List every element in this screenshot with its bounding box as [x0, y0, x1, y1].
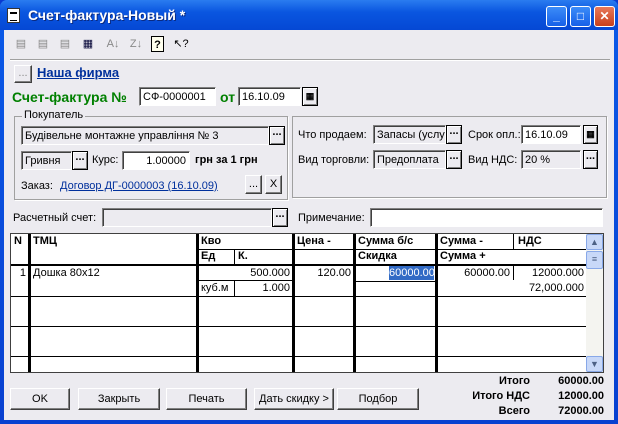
col-vat[interactable]: НДС [518, 235, 542, 247]
window: Счет-фактура-Новый * _ □ ✕ ▤ ▤ ▤ ▦ A↓ Z↓… [0, 0, 618, 424]
col-unit[interactable]: Ед [201, 250, 215, 262]
term-calendar-icon[interactable]: ▦ [583, 125, 598, 144]
close-form-button[interactable]: Закрыть [78, 388, 160, 410]
scroll-thumb[interactable]: ≡ [586, 251, 603, 269]
order-select-button[interactable]: ... [245, 175, 262, 194]
col-item[interactable]: ТМЦ [33, 235, 57, 247]
account-label: Расчетный счет: [13, 212, 97, 224]
total-vat-label: Итого НДС [472, 390, 530, 402]
col-discount[interactable]: Скидка [358, 250, 397, 262]
order-link[interactable]: Договор ДГ-0000003 (16.10.09) [60, 180, 218, 192]
account-select-button[interactable]: ... [272, 208, 288, 227]
sort-desc-icon[interactable]: Z↓ [127, 36, 145, 52]
currency-select-button[interactable]: ... [72, 151, 88, 170]
scroll-up-icon[interactable]: ▲ [586, 234, 603, 250]
invoice-label: Счет-фактура № [12, 89, 127, 105]
col-sum-minus[interactable]: Сумма - [440, 235, 483, 247]
row-qty[interactable]: 500.000 [199, 267, 290, 279]
date-label: от [220, 89, 236, 105]
row-item[interactable]: Дошка 80x12 [33, 267, 100, 279]
add-row-icon[interactable]: ▤ [34, 36, 52, 52]
vat-type-select-button[interactable]: ... [583, 150, 598, 169]
term-input[interactable]: 16.10.09 [521, 125, 581, 144]
account-input[interactable] [102, 208, 272, 227]
document-icon [7, 8, 20, 23]
save-icon[interactable]: ▦ [79, 36, 97, 52]
total-value: 60000.00 [558, 375, 604, 387]
what-label: Что продаем: [298, 129, 367, 141]
vat-type-input[interactable]: 20 % [521, 150, 581, 169]
row-price[interactable]: 120.00 [295, 267, 351, 279]
trade-input[interactable]: Предоплата [373, 150, 446, 169]
new-row-icon[interactable]: ▤ [12, 36, 30, 52]
what-select-button[interactable]: ... [446, 125, 462, 144]
col-qty[interactable]: Кво [201, 235, 221, 247]
context-help-icon[interactable]: ↖? [172, 36, 190, 52]
minimize-button[interactable]: _ [546, 6, 567, 27]
discount-button[interactable]: Дать скидку > [254, 388, 334, 410]
ok-button[interactable]: OK [10, 388, 70, 410]
rate-input[interactable]: 1.00000 [122, 151, 190, 170]
order-clear-button[interactable]: X [265, 175, 282, 194]
row-sum-bs[interactable]: 60000.00 [389, 266, 434, 280]
delete-row-icon[interactable]: ▤ [56, 36, 74, 52]
order-label: Заказ: [21, 180, 53, 192]
row-sum-plus[interactable]: 72,000.000 [438, 282, 584, 294]
trade-label: Вид торговли: [298, 154, 370, 166]
col-sum-bs[interactable]: Сумма б/с [358, 235, 413, 247]
what-input[interactable]: Запасы (услу [373, 125, 446, 144]
currency-input[interactable]: Гривня [21, 151, 72, 170]
buyer-group-label: Покупатель [22, 109, 86, 121]
row-vat[interactable]: 12000.000 [515, 267, 584, 279]
invoice-date-input[interactable]: 16.10.09 [238, 87, 301, 106]
col-n[interactable]: N [14, 235, 22, 247]
grand-total-value: 72000.00 [558, 405, 604, 417]
vat-type-label: Вид НДС: [468, 154, 518, 166]
help-icon[interactable]: ? [151, 36, 164, 52]
note-label: Примечание: [298, 212, 365, 224]
note-input[interactable] [370, 208, 603, 227]
trade-select-button[interactable]: ... [446, 150, 462, 169]
col-price[interactable]: Цена - [297, 235, 331, 247]
invoice-number-input[interactable]: СФ-0000001 [139, 87, 216, 106]
calendar-icon[interactable]: ▦ [302, 87, 318, 106]
term-label: Срок опл.: [468, 129, 521, 141]
grand-total-label: Всего [498, 405, 530, 417]
row-sum-minus[interactable]: 60000.00 [438, 267, 510, 279]
row-k[interactable]: 1.000 [236, 282, 290, 294]
sort-asc-icon[interactable]: A↓ [104, 36, 122, 52]
maximize-button[interactable]: □ [570, 6, 591, 27]
title-bar: Счет-фактура-Новый * _ □ ✕ [0, 0, 618, 30]
total-vat-value: 12000.00 [558, 390, 604, 402]
toolbar-separator [10, 59, 610, 61]
buyer-select-button[interactable]: ... [269, 126, 285, 145]
form-body: ▤ ▤ ▤ ▦ A↓ Z↓ ? ↖? ... Наша фирма Счет-ф… [4, 30, 614, 420]
scroll-down-icon[interactable]: ▼ [586, 356, 603, 372]
row-n: 1 [19, 267, 26, 279]
window-title: Счет-фактура-Новый * [28, 7, 186, 23]
firm-link[interactable]: Наша фирма [37, 65, 119, 80]
rate-label: Курс: [92, 154, 119, 166]
col-sum-plus[interactable]: Сумма + [440, 250, 486, 262]
col-k[interactable]: К. [238, 250, 248, 262]
rate-unit: грн за 1 грн [195, 154, 258, 166]
items-table[interactable]: N ТМЦ Кво Ед К. Цена - Сумма б/с Скидка … [10, 233, 604, 373]
firm-select-button[interactable]: ... [14, 65, 32, 83]
buyer-name-input[interactable]: Будівельне монтажне управління № 3 [21, 126, 269, 145]
row-unit[interactable]: куб.м [201, 282, 228, 294]
close-button[interactable]: ✕ [594, 6, 615, 27]
table-scrollbar[interactable]: ▲ ≡ ▼ [586, 234, 603, 372]
select-button[interactable]: Подбор [337, 388, 419, 410]
print-button[interactable]: Печать [166, 388, 247, 410]
total-label: Итого [498, 375, 530, 387]
